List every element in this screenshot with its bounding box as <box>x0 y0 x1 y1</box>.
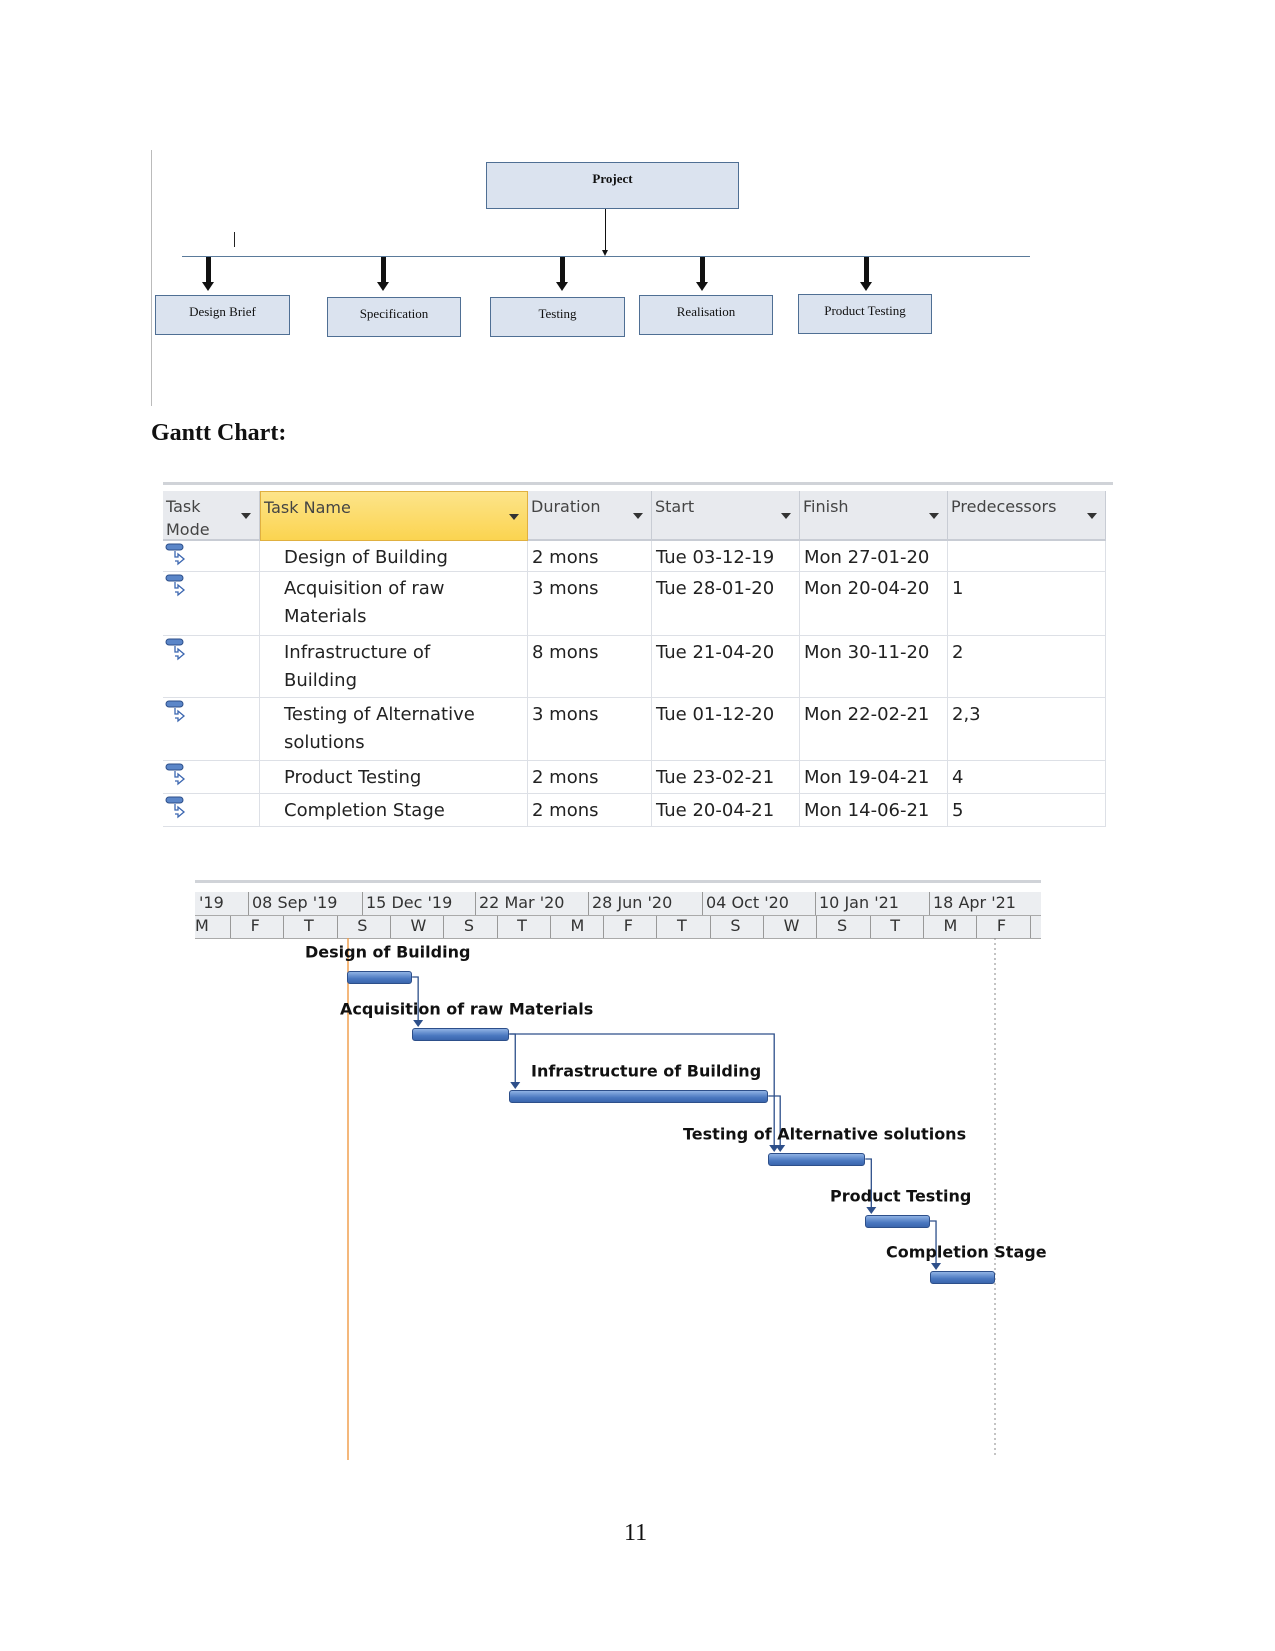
gantt-bar[interactable] <box>930 1271 995 1284</box>
gantt-bar-label: Product Testing <box>830 1186 972 1206</box>
dependency-arrowhead <box>510 1082 521 1089</box>
gantt-bar[interactable] <box>412 1028 510 1041</box>
dependency-arrowhead <box>413 1020 424 1027</box>
gantt-bar-label: Acquisition of raw Materials <box>340 999 594 1019</box>
gantt-bar[interactable] <box>509 1090 769 1103</box>
dependency-arrowhead <box>931 1263 942 1270</box>
gantt-bar-label: Design of Building <box>305 942 471 962</box>
gantt-bar-label: Testing of Alternative solutions <box>683 1124 967 1144</box>
gantt-chart <box>347 938 996 1460</box>
dependency-arrowhead <box>866 1207 877 1214</box>
gantt-bar-label: Completion Stage <box>886 1242 1047 1262</box>
page-number: 11 <box>624 1520 648 1546</box>
document-page: Project Design Brief Specification Testi… <box>0 0 1275 1651</box>
dependency-link <box>509 1033 516 1083</box>
gantt-bar-label: Infrastructure of Building <box>531 1061 762 1081</box>
gantt-bar[interactable] <box>347 971 413 984</box>
gantt-bar[interactable] <box>768 1153 866 1166</box>
gantt-bar[interactable] <box>865 1215 931 1228</box>
